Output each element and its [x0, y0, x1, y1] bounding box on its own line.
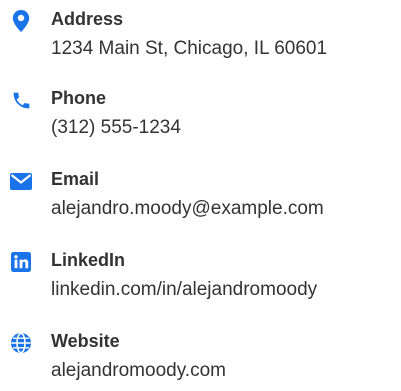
phone-label: Phone	[51, 88, 107, 108]
website-label: Website	[51, 331, 120, 351]
contact-item-website: Website alejandromoody.com	[0, 326, 401, 390]
email-value[interactable]: alejandro.moody@example.com	[51, 197, 324, 221]
phone-value[interactable]: (312) 555-1234	[51, 116, 181, 140]
linkedin-value[interactable]: linkedin.com/in/alejandromoody	[51, 278, 317, 302]
phone-link[interactable]: (312) 555-1234	[51, 117, 181, 138]
linkedin-label: LinkedIn	[51, 250, 126, 270]
envelope-icon	[10, 170, 32, 192]
address-value: 1234 Main St, Chicago, IL 60601	[51, 38, 328, 59]
map-pin-icon	[10, 10, 32, 32]
globe-icon	[10, 332, 32, 354]
email-link[interactable]: alejandro.moody@example.com	[51, 198, 324, 219]
contact-item-linkedin: LinkedIn linkedin.com/in/alejandromoody	[0, 245, 401, 309]
email-label: Email	[51, 169, 100, 189]
website-link[interactable]: alejandromoody.com	[51, 360, 226, 381]
contact-item-email: Email alejandro.moody@example.com	[0, 164, 401, 228]
linkedin-icon	[10, 251, 32, 273]
website-value[interactable]: alejandromoody.com	[51, 359, 226, 383]
linkedin-link[interactable]: linkedin.com/in/alejandromoody	[51, 279, 317, 300]
address-label: Address	[51, 9, 124, 29]
contact-item-address: Address 1234 Main St, Chicago, IL 60601	[0, 4, 401, 68]
phone-icon	[10, 89, 32, 111]
contact-item-phone: Phone (312) 555-1234	[0, 83, 401, 147]
contact-list: Address 1234 Main St, Chicago, IL 60601 …	[0, 0, 401, 391]
